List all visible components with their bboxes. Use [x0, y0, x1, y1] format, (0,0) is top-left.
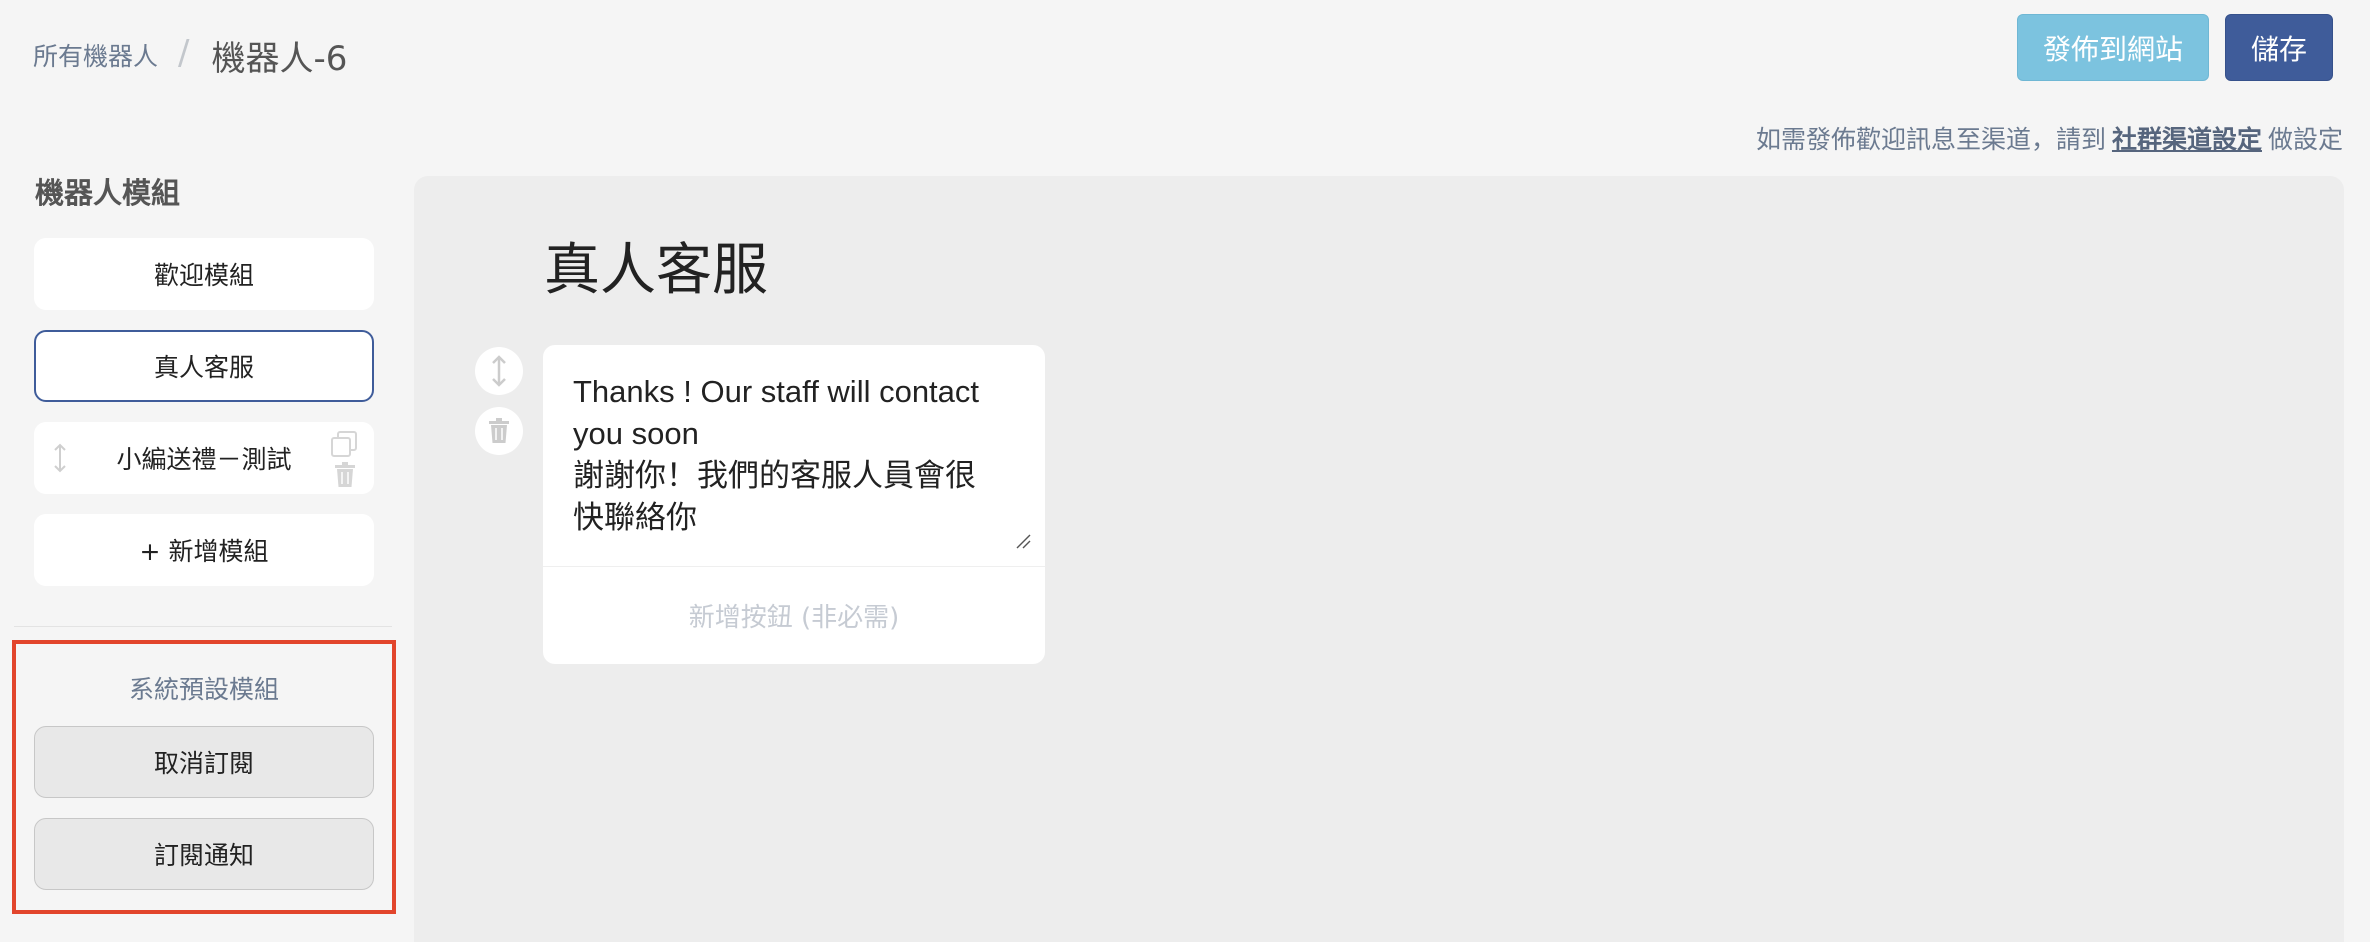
- module-label: 訂閱通知: [153, 841, 254, 870]
- delete-message-button[interactable]: [475, 407, 523, 455]
- message-card: Thanks ! Our staff will contact you soon…: [543, 345, 1045, 664]
- module-welcome[interactable]: 歡迎模組: [34, 238, 374, 310]
- module-label: 小編送禮－測試: [116, 445, 292, 474]
- save-button[interactable]: 儲存: [2225, 14, 2333, 81]
- hint-prefix: 如需發佈歡迎訊息至渠道，請到: [1755, 125, 2106, 154]
- message-textarea[interactable]: Thanks ! Our staff will contact you soon…: [573, 371, 1013, 539]
- trash-icon: [489, 418, 509, 443]
- channel-settings-hint: 如需發佈歡迎訊息至渠道，請到 社群渠道設定 做設定: [1756, 118, 2343, 158]
- sidebar-title: 機器人模組: [35, 176, 181, 210]
- breadcrumb: 所有機器人 / 機器人-6: [33, 30, 347, 80]
- breadcrumb-all-bots-link[interactable]: 所有機器人: [33, 37, 158, 73]
- system-modules-title: 系統預設模組: [128, 675, 279, 704]
- page: 所有機器人 / 機器人-6 發佈到網站 儲存 如需發佈歡迎訊息至渠道，請到 社群…: [0, 0, 2370, 942]
- social-channel-settings-link[interactable]: 社群渠道設定: [2112, 120, 2262, 156]
- publish-to-site-button[interactable]: 發佈到網站: [2017, 14, 2209, 81]
- page-title: 機器人-6: [211, 38, 348, 79]
- module-title: 真人客服: [544, 238, 768, 303]
- sidebar-divider: [14, 626, 392, 627]
- add-module-button[interactable]: + 新增模組: [34, 514, 374, 586]
- module-label: 歡迎模組: [153, 261, 254, 290]
- module-live-agent[interactable]: 真人客服: [34, 330, 374, 402]
- module-subscribe-notification[interactable]: 訂閱通知: [34, 818, 374, 890]
- hint-suffix: 做設定: [2267, 125, 2343, 154]
- copy-icon[interactable]: [330, 430, 358, 458]
- resize-grip-icon[interactable]: [1015, 533, 1031, 549]
- module-label: + 新增模組: [139, 537, 269, 566]
- breadcrumb-separator: /: [178, 33, 190, 73]
- trash-icon[interactable]: [333, 462, 357, 488]
- drag-handle-icon[interactable]: [50, 442, 70, 474]
- module-gift-test[interactable]: 小編送禮－測試: [34, 422, 374, 494]
- reorder-handle-button[interactable]: [475, 347, 523, 395]
- module-unsubscribe[interactable]: 取消訂閱: [34, 726, 374, 798]
- drag-handle-icon: [492, 355, 506, 387]
- module-label: 取消訂閱: [153, 749, 254, 778]
- module-label: 真人客服: [153, 353, 254, 382]
- add-button-optional[interactable]: 新增按鈕 (非必需): [543, 567, 1045, 664]
